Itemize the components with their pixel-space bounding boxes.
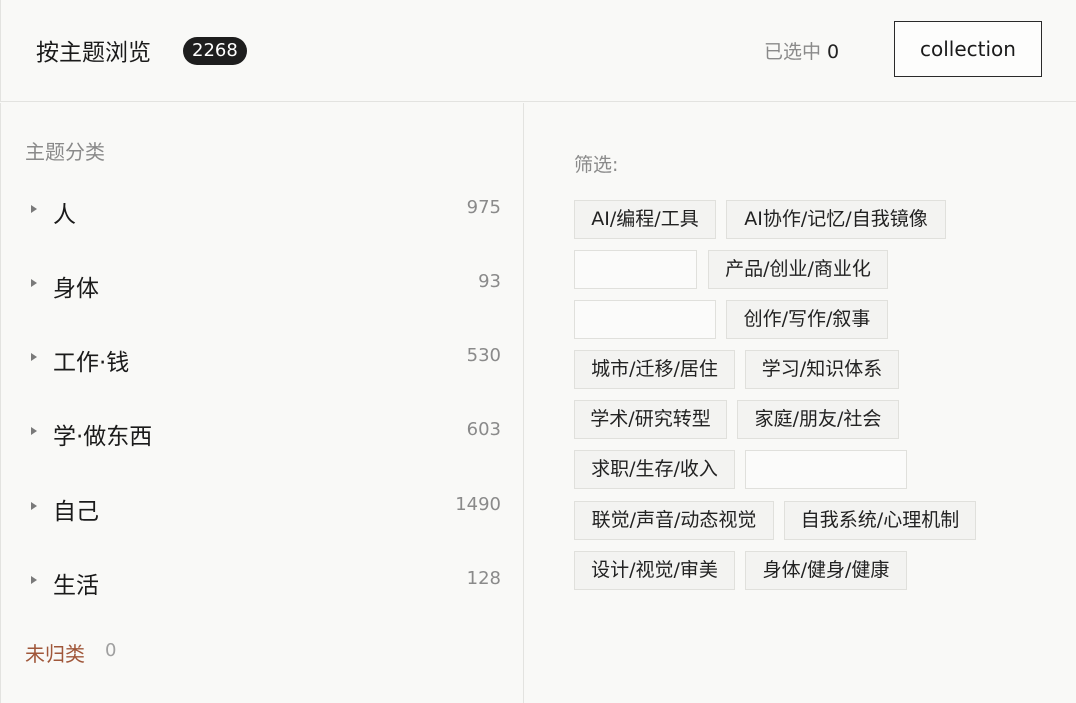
total-count-badge: 2268 [183,37,247,65]
tag-synesthesia-sound[interactable]: 联觉/声音/动态视觉 [574,501,774,540]
category-label: 工作·钱 [53,350,130,376]
category-label: 人 [53,202,76,228]
selected-count: 0 [827,41,840,63]
expand-arrow-icon [31,502,37,510]
tag-redacted[interactable] [574,300,716,339]
expand-arrow-icon [31,205,37,213]
tag-redacted[interactable] [745,450,907,489]
tag-self-system[interactable]: 自我系统/心理机制 [784,501,976,540]
category-count: 975 [466,197,501,218]
sidebar: 主题分类 人 975 身体 93 工作·钱 530 学·做东西 603 自己 1… [0,103,524,703]
tag-product-startup[interactable]: 产品/创业/商业化 [708,250,888,289]
category-count: 1490 [455,494,501,515]
category-item-body[interactable]: 身体 93 [25,265,501,305]
category-item-self[interactable]: 自己 1490 [25,488,501,528]
tag-city-migration[interactable]: 城市/迁移/居住 [574,350,735,389]
filter-label: 筛选: [574,154,619,176]
uncategorized-count: 0 [105,640,117,661]
uncategorized-link[interactable]: 未归类 [25,638,85,667]
selected-indicator: 已选中 0 [764,37,839,64]
expand-arrow-icon [31,576,37,584]
category-count: 530 [466,345,501,366]
category-count: 93 [478,271,501,292]
category-item-person[interactable]: 人 975 [25,191,501,231]
expand-arrow-icon [31,279,37,287]
category-count: 603 [466,419,501,440]
tag-body-fitness[interactable]: 身体/健身/健康 [745,551,907,590]
tag-redacted[interactable] [574,250,697,289]
expand-arrow-icon [31,353,37,361]
category-count: 128 [466,568,501,589]
tag-family-friends[interactable]: 家庭/朋友/社会 [737,400,899,439]
tag-ai-coding-tools[interactable]: AI/编程/工具 [574,200,716,239]
tag-ai-collab-memory[interactable]: AI协作/记忆/自我镜像 [726,200,946,239]
category-label: 生活 [53,573,99,599]
category-item-work-money[interactable]: 工作·钱 530 [25,339,501,379]
collection-button[interactable]: collection [894,21,1042,77]
category-label: 学·做东西 [53,424,153,450]
tag-creation-writing[interactable]: 创作/写作/叙事 [726,300,888,339]
category-label: 自己 [53,499,99,525]
category-item-life[interactable]: 生活 128 [25,562,501,602]
header: 按主题浏览 2268 已选中 0 collection [0,0,1076,102]
sidebar-heading: 主题分类 [25,140,105,164]
page-title: 按主题浏览 [36,40,151,66]
tag-academic-research[interactable]: 学术/研究转型 [574,400,727,439]
selected-label: 已选中 [764,41,822,63]
tag-learning-knowledge[interactable]: 学习/知识体系 [745,350,899,389]
tag-job-income[interactable]: 求职/生存/收入 [574,450,735,489]
category-label: 身体 [53,276,99,302]
tag-design-aesthetics[interactable]: 设计/视觉/审美 [574,551,735,590]
expand-arrow-icon [31,427,37,435]
category-item-learn-make[interactable]: 学·做东西 603 [25,413,501,453]
